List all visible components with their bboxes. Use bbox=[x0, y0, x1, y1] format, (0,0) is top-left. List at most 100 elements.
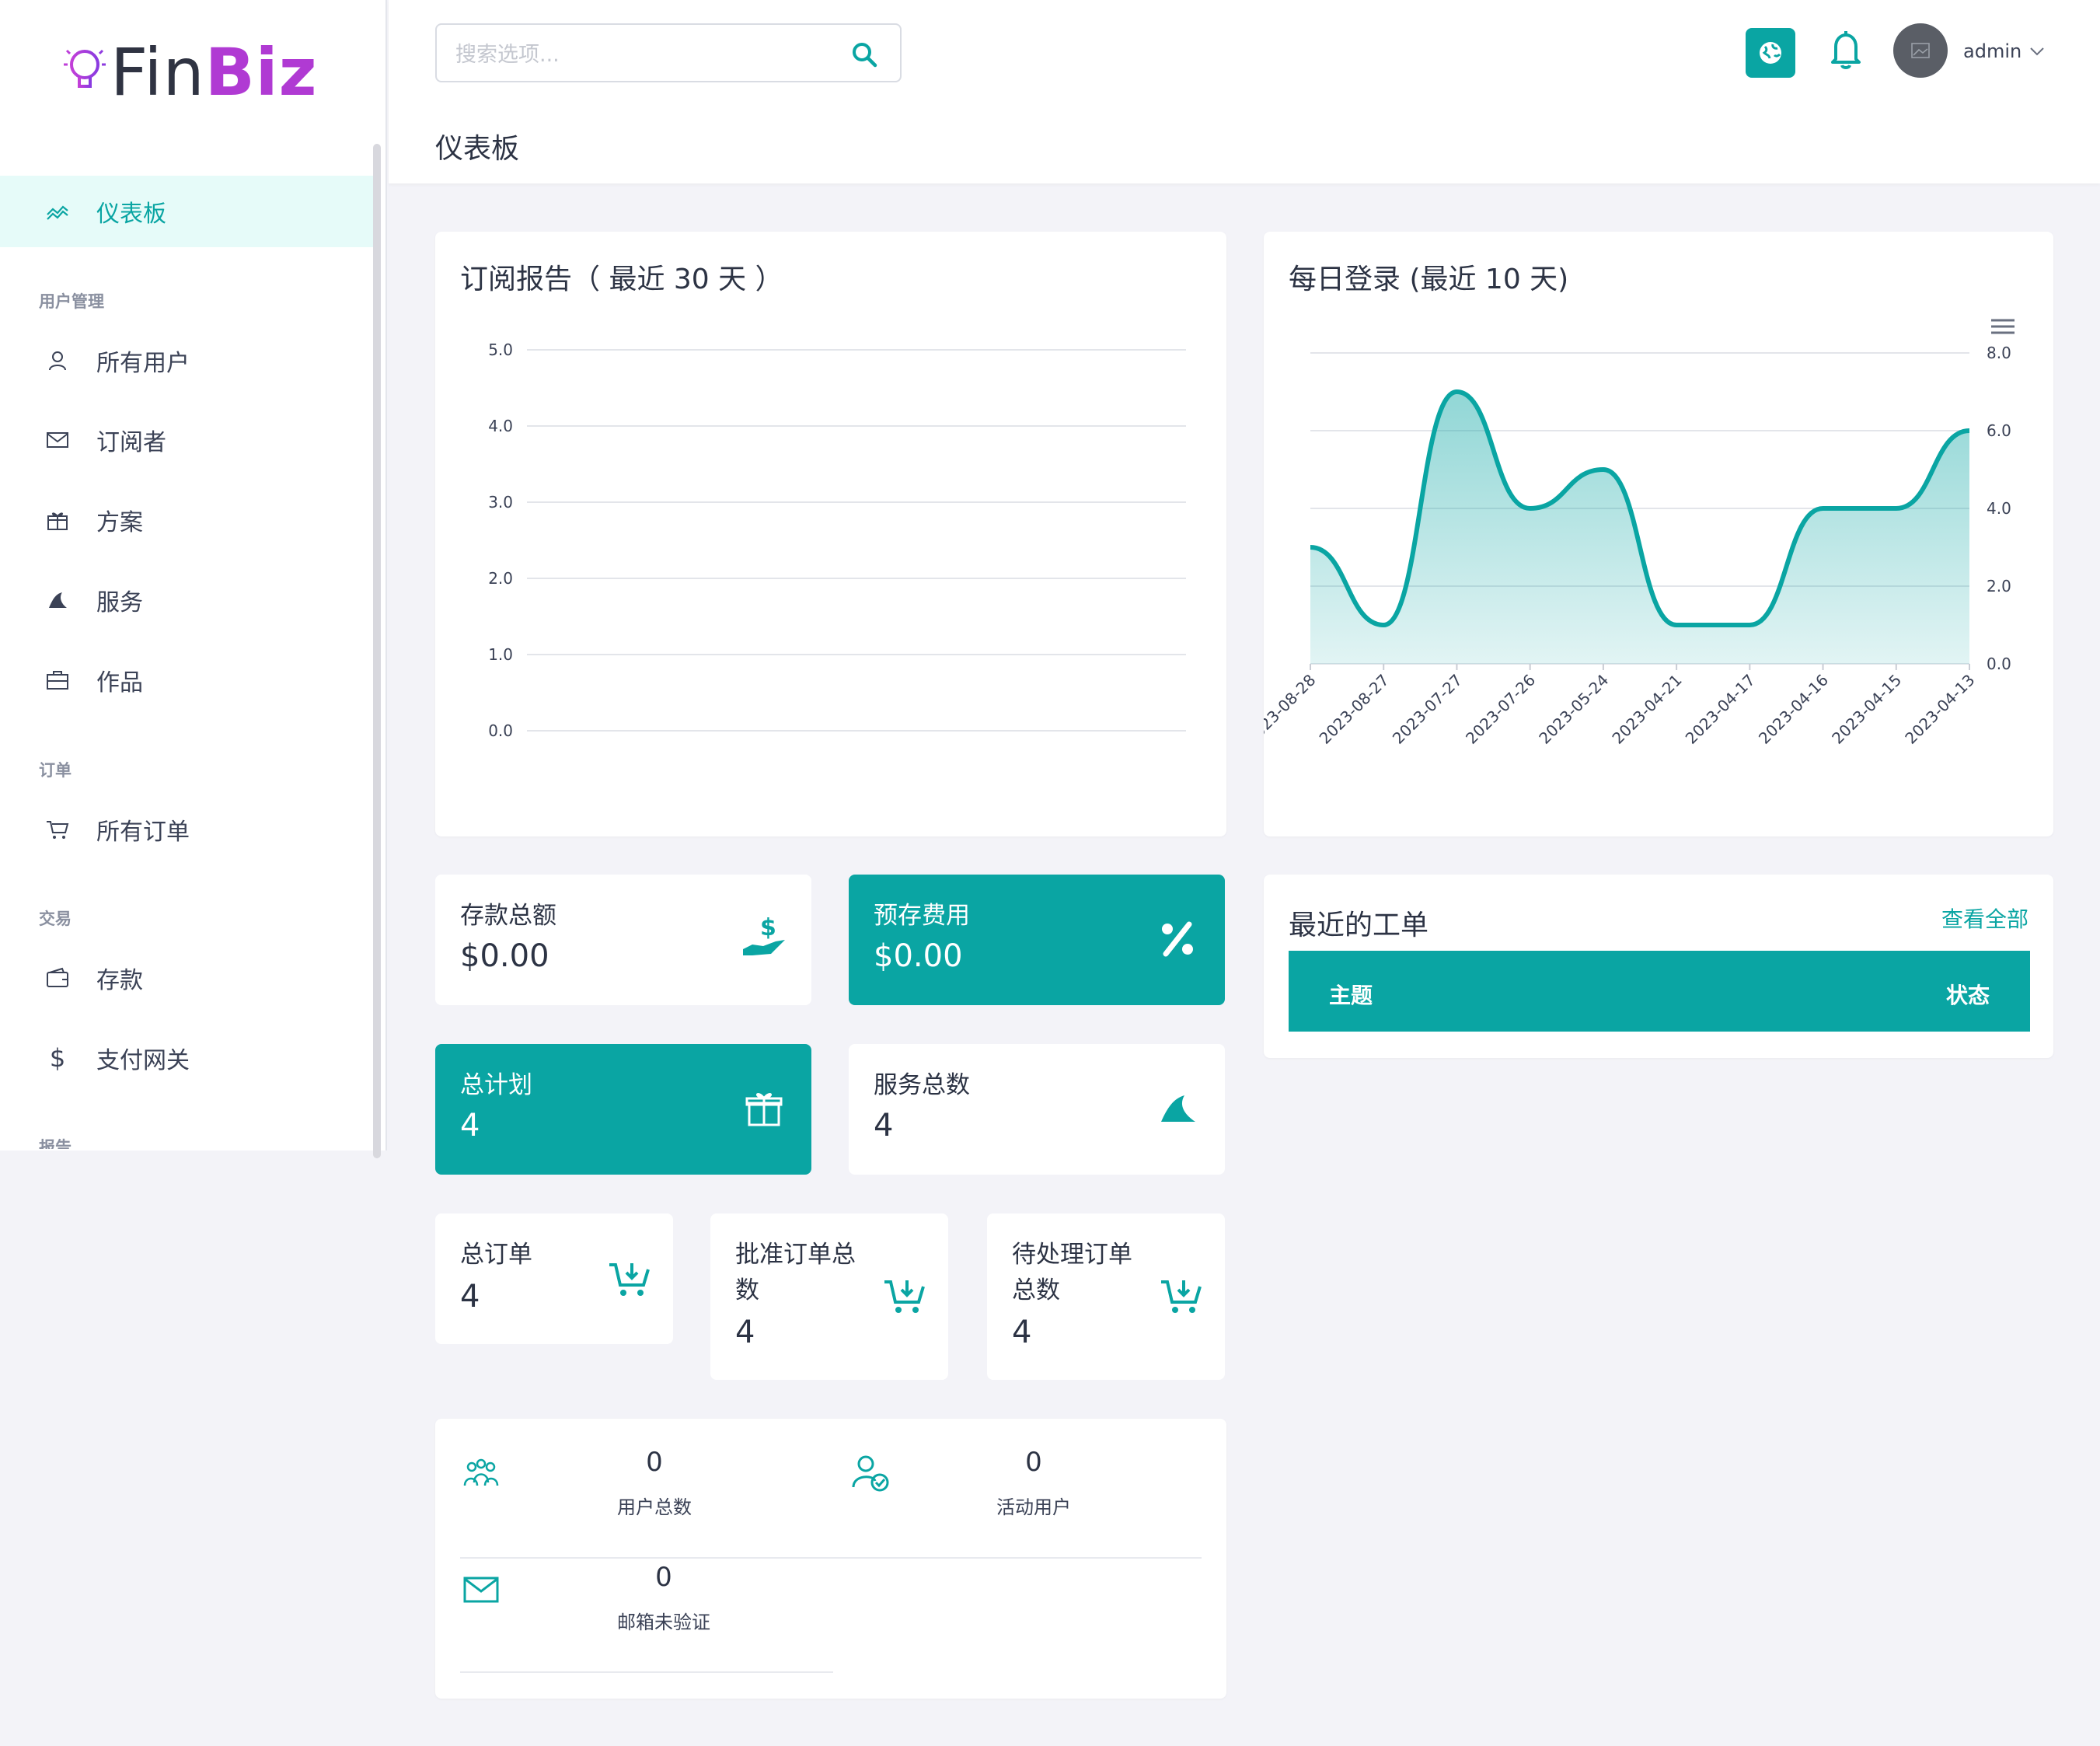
x-tick-label: 2023-08-28 bbox=[1264, 671, 1320, 748]
pending-orders-value: 4 bbox=[1012, 1315, 1032, 1350]
sidebar-item-label: 服务 bbox=[96, 589, 143, 616]
sidebar-item-dashboard[interactable]: 仪表板 bbox=[0, 176, 373, 247]
users-group-icon bbox=[463, 1458, 499, 1486]
nav-section-orders: 订单 bbox=[39, 761, 72, 780]
search-icon[interactable] bbox=[850, 40, 878, 68]
sidebar-item-label: 存款 bbox=[96, 967, 143, 994]
user-counters-card: 0 用户总数 0 活动用户 0 邮箱未验证 bbox=[435, 1419, 1226, 1699]
cart-icon bbox=[45, 817, 70, 842]
search-input[interactable] bbox=[455, 39, 828, 70]
user-icon bbox=[45, 348, 70, 373]
deposit-total-card: 存款总额 $0.00 $ bbox=[435, 875, 811, 1005]
nav-section-user-management: 用户管理 bbox=[39, 292, 104, 311]
language-button[interactable] bbox=[1746, 28, 1795, 78]
column-subject[interactable]: 主题 bbox=[1329, 979, 1373, 1010]
pending-orders-card: 待处理订单总数 4 bbox=[987, 1213, 1225, 1380]
approved-orders-card: 批准订单总数 4 bbox=[710, 1213, 948, 1380]
divider bbox=[460, 1671, 833, 1673]
dollar-icon: $ bbox=[49, 1043, 66, 1073]
sidebar-item-label: 订阅者 bbox=[96, 429, 166, 456]
daily-login-chart: 8.06.04.02.00.02023-08-282023-08-272023-… bbox=[1264, 319, 2015, 748]
percent-icon bbox=[1162, 921, 1193, 957]
daily-login-card: 每日登录 (最近 10 天) 8.0 6.0 4.0 2.0 0.0 2023-08-28… bbox=[1264, 232, 2053, 836]
briefcase-icon bbox=[45, 668, 70, 693]
recent-tickets-card: 最近的工单 查看全部 主题 状态 bbox=[1264, 875, 2053, 1058]
logo[interactable]: Fin Biz bbox=[61, 34, 318, 110]
divider bbox=[460, 1557, 1202, 1559]
y-tick-label: 0.0 bbox=[1987, 655, 2011, 673]
page-title: 仪表板 bbox=[435, 133, 520, 165]
prepaid-fee-label: 预存费用 bbox=[874, 902, 970, 930]
sidebar-item-works[interactable]: 作品 bbox=[0, 644, 373, 716]
sidebar-item-all-orders[interactable]: 所有订单 bbox=[0, 794, 373, 865]
image-placeholder-icon bbox=[1911, 43, 1930, 58]
sidebar-item-subscribers[interactable]: 订阅者 bbox=[0, 404, 373, 476]
x-tick-label: 2023-04-21 bbox=[1608, 671, 1685, 748]
sidebar-item-payment-gateway[interactable]: $ 支付网关 bbox=[0, 1022, 373, 1094]
sidebar-item-label: 作品 bbox=[96, 669, 143, 697]
sidebar-item-all-users[interactable]: 所有用户 bbox=[0, 325, 373, 396]
unverified-email-label: 邮箱未验证 bbox=[617, 1612, 710, 1633]
bell-icon[interactable] bbox=[1825, 28, 1867, 72]
logo-fin: Fin bbox=[110, 34, 205, 110]
sidebar-scrollbar[interactable] bbox=[373, 144, 381, 1158]
logo-biz: Biz bbox=[204, 34, 318, 110]
approved-orders-value: 4 bbox=[735, 1315, 755, 1350]
cart-download-icon bbox=[609, 1263, 650, 1296]
gift-icon bbox=[45, 508, 70, 533]
sidebar-item-deposits[interactable]: 存款 bbox=[0, 942, 373, 1014]
nav-section-reports: 报告 bbox=[39, 1138, 72, 1149]
deposit-total-label: 存款总额 bbox=[460, 902, 556, 930]
y-tick-label: 6.0 bbox=[1987, 421, 2011, 440]
avatar[interactable] bbox=[1893, 23, 1948, 78]
prepaid-fee-value: $0.00 bbox=[874, 938, 963, 974]
x-tick-label: 2023-04-13 bbox=[1901, 671, 1978, 748]
username[interactable]: admin bbox=[1963, 40, 2022, 62]
total-plans-card: 总计划 4 bbox=[435, 1044, 811, 1175]
deposit-total-value: $0.00 bbox=[460, 938, 549, 974]
series-area bbox=[1310, 392, 1969, 664]
chart-menu-icon[interactable] bbox=[1991, 319, 2015, 334]
chevron-down-icon[interactable] bbox=[2028, 45, 2046, 58]
y-tick-label: 3.0 bbox=[488, 493, 513, 512]
x-tick-label: 2023-07-26 bbox=[1462, 671, 1539, 748]
mail-icon bbox=[463, 1577, 499, 1603]
x-tick-label: 2023-05-24 bbox=[1535, 671, 1612, 748]
top-bar: admin 仪表板 bbox=[389, 0, 2100, 183]
approved-orders-label: 批准订单总数 bbox=[735, 1241, 856, 1304]
subscription-chart: 5.0 4.0 3.0 2.0 1.0 0.0 bbox=[488, 340, 1186, 740]
svg-text:$: $ bbox=[760, 915, 776, 941]
sidebar: Fin Biz 仪表板 用户管理 所有用户 订阅者 方案 服务 作品 订单 所有… bbox=[0, 0, 387, 1158]
nav-section-transactions: 交易 bbox=[39, 910, 72, 928]
subscription-report-card: 订阅报告（ 最近 30 天 ） 5.0 4.0 3.0 2.0 1.0 0.0 bbox=[435, 232, 1226, 836]
search-box bbox=[435, 23, 902, 82]
x-tick-label: 2023-04-15 bbox=[1828, 671, 1905, 748]
recent-tickets-title: 最近的工单 bbox=[1289, 910, 1429, 941]
y-tick-label: 1.0 bbox=[488, 645, 513, 664]
y-tick-label: 8.0 bbox=[1987, 344, 2011, 362]
tickets-table-header: 主题 状态 bbox=[1289, 951, 2030, 1032]
x-tick-label: 2023-04-16 bbox=[1755, 671, 1832, 748]
sidebar-item-label: 方案 bbox=[96, 509, 143, 536]
total-services-label: 服务总数 bbox=[874, 1071, 970, 1099]
mail-icon bbox=[45, 428, 70, 452]
view-all-link[interactable]: 查看全部 bbox=[1941, 903, 2028, 934]
prepaid-fee-card: 预存费用 $0.00 bbox=[849, 875, 1225, 1005]
chart-line-icon bbox=[45, 199, 70, 224]
total-services-card: 服务总数 4 bbox=[849, 1044, 1225, 1175]
globe-icon bbox=[1760, 42, 1781, 64]
x-tick-label: 2023-07-27 bbox=[1389, 671, 1466, 748]
sidebar-item-plans[interactable]: 方案 bbox=[0, 484, 373, 556]
shark-fin-icon bbox=[45, 588, 70, 613]
sidebar-item-label: 仪表板 bbox=[96, 201, 166, 228]
sidebar-item-label: 支付网关 bbox=[96, 1047, 190, 1074]
column-status[interactable]: 状态 bbox=[1946, 979, 1990, 1010]
sidebar-item-services[interactable]: 服务 bbox=[0, 564, 373, 636]
y-tick-label: 2.0 bbox=[1987, 577, 2011, 595]
total-orders-card: 总订单 4 bbox=[435, 1213, 673, 1344]
cart-download-icon bbox=[1161, 1280, 1202, 1313]
user-check-icon bbox=[852, 1455, 889, 1492]
y-tick-label: 2.0 bbox=[488, 569, 513, 588]
active-users-value: 0 bbox=[1025, 1447, 1042, 1478]
unverified-email-value: 0 bbox=[655, 1562, 672, 1593]
